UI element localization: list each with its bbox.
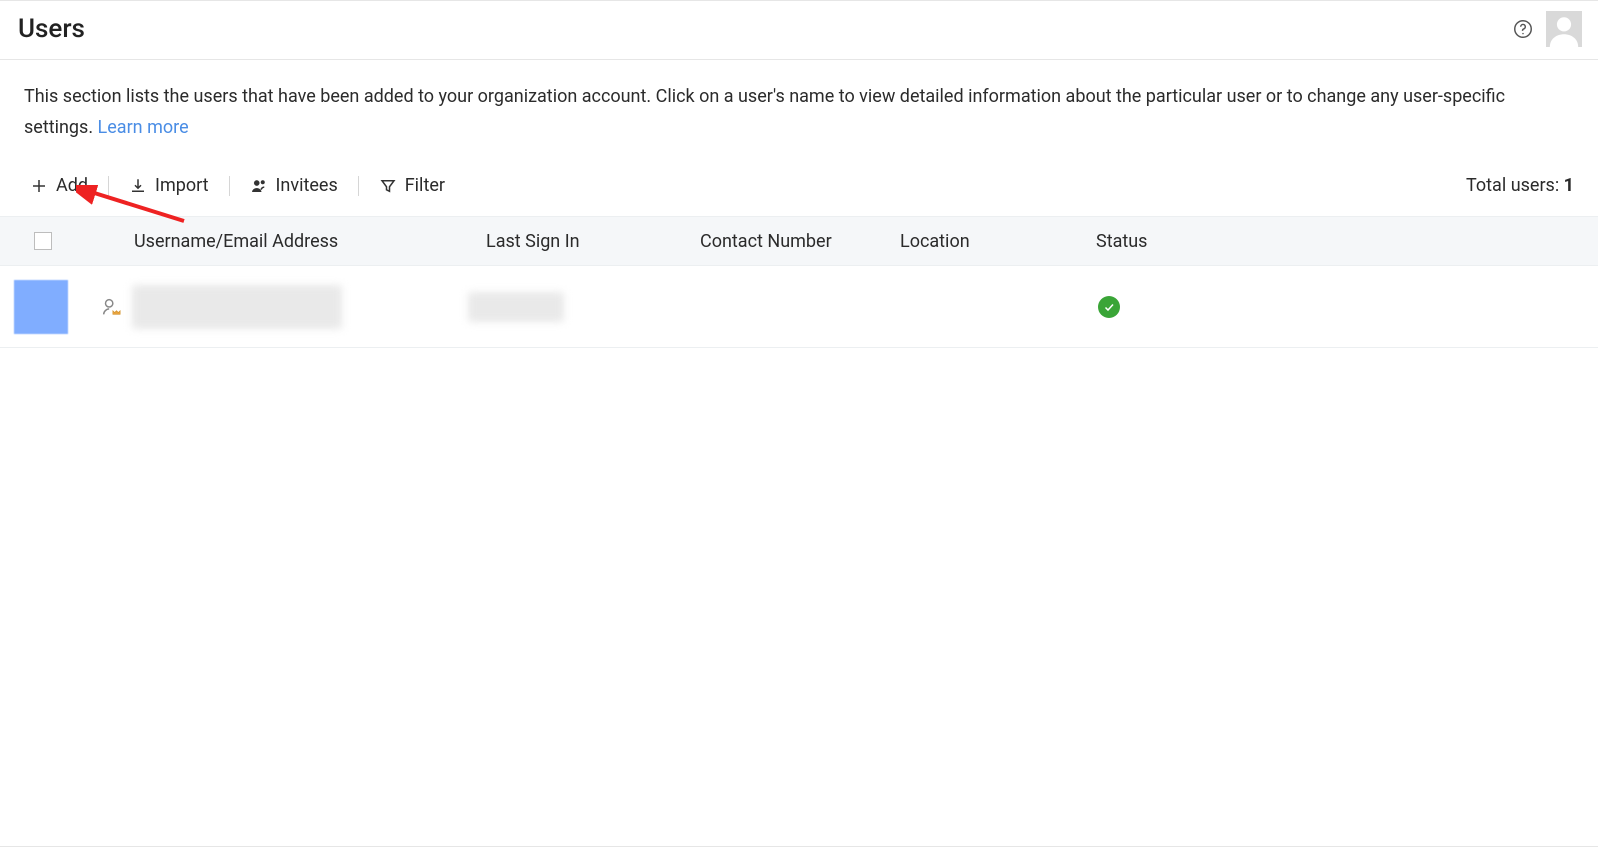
toolbar: Add Import Invitees Filter Total bbox=[0, 149, 1598, 216]
divider bbox=[229, 176, 230, 196]
page-header: Users bbox=[0, 1, 1598, 60]
page-description: This section lists the users that have b… bbox=[0, 60, 1560, 149]
invitees-label: Invitees bbox=[276, 175, 338, 196]
invitees-button[interactable]: Invitees bbox=[248, 171, 340, 200]
learn-more-link[interactable]: Learn more bbox=[98, 117, 189, 138]
total-label: Total users: bbox=[1466, 175, 1559, 196]
add-label: Add bbox=[56, 175, 88, 196]
col-status[interactable]: Status bbox=[1096, 231, 1246, 252]
last-signin-redacted bbox=[468, 292, 564, 322]
username-redacted bbox=[132, 285, 342, 329]
help-icon[interactable] bbox=[1512, 18, 1534, 40]
divider bbox=[108, 176, 109, 196]
invitees-icon bbox=[250, 177, 268, 195]
status-active-icon bbox=[1098, 296, 1120, 318]
filter-icon bbox=[379, 177, 397, 195]
total-count: 1 bbox=[1564, 175, 1574, 196]
user-avatar bbox=[14, 280, 68, 334]
divider bbox=[358, 176, 359, 196]
add-button[interactable]: Add bbox=[28, 171, 90, 200]
import-label: Import bbox=[155, 175, 208, 196]
description-text: This section lists the users that have b… bbox=[24, 86, 1505, 138]
owner-icon bbox=[100, 296, 122, 318]
avatar[interactable] bbox=[1546, 11, 1582, 47]
plus-icon bbox=[30, 177, 48, 195]
total-users: Total users: 1 bbox=[1466, 175, 1574, 196]
import-icon bbox=[129, 177, 147, 195]
page-title: Users bbox=[18, 14, 85, 44]
table-row[interactable] bbox=[0, 266, 1598, 348]
filter-label: Filter bbox=[405, 175, 445, 196]
import-button[interactable]: Import bbox=[127, 171, 210, 200]
select-all-checkbox[interactable] bbox=[34, 232, 52, 250]
header-right bbox=[1512, 11, 1582, 47]
col-location[interactable]: Location bbox=[900, 231, 1096, 252]
col-last-signin[interactable]: Last Sign In bbox=[486, 231, 700, 252]
col-username[interactable]: Username/Email Address bbox=[116, 231, 486, 252]
filter-button[interactable]: Filter bbox=[377, 171, 447, 200]
table-header: Username/Email Address Last Sign In Cont… bbox=[0, 216, 1598, 266]
col-contact[interactable]: Contact Number bbox=[700, 231, 900, 252]
